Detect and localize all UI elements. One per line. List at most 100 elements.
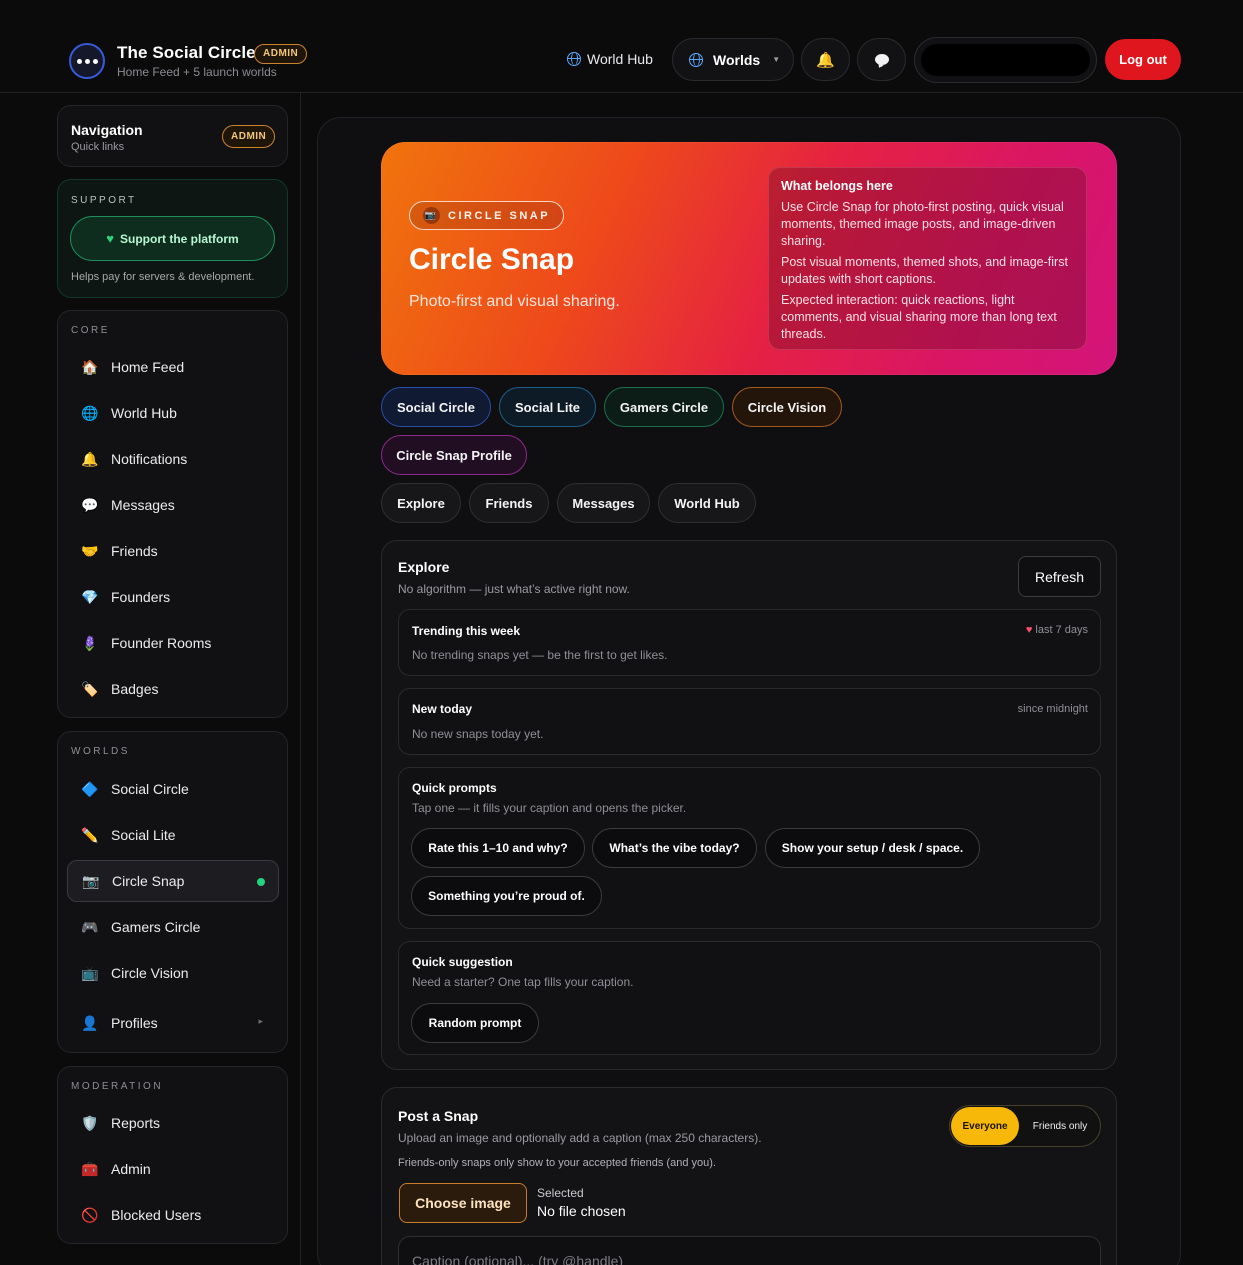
random-prompt-button[interactable]: Random prompt xyxy=(411,1003,539,1043)
world-pill-circle-vision[interactable]: Circle Vision xyxy=(732,387,842,427)
prompt-button[interactable]: Show your setup / desk / space. xyxy=(765,828,980,868)
world-tag: 📷 CIRCLE SNAP xyxy=(409,201,565,230)
tab-friends[interactable]: Friends xyxy=(469,483,549,523)
core-menu: CORE 🏠 Home Feed 🌐 World Hub 🔔 Notificat… xyxy=(57,310,288,718)
sidebar-item-circle-vision[interactable]: 📺 Circle Vision xyxy=(67,952,279,994)
dots-icon[interactable] xyxy=(69,43,105,79)
navigation-card: Navigation Quick links ADMIN xyxy=(57,105,288,167)
user-menu[interactable] xyxy=(914,37,1097,83)
navigation-title: Navigation xyxy=(71,122,143,138)
world-pill-social-lite[interactable]: Social Lite xyxy=(499,387,596,427)
sidebar-item-social-circle[interactable]: 🔷 Social Circle xyxy=(67,768,279,810)
tab-explore[interactable]: Explore xyxy=(381,483,461,523)
sidebar-item-label: Circle Snap xyxy=(112,873,185,889)
box-line: Use Circle Snap for photo-first posting,… xyxy=(781,200,1064,248)
moderation-label: MODERATION xyxy=(71,1081,164,1092)
new-today-empty: No new snaps today yet. xyxy=(412,727,544,741)
brand-title[interactable]: The Social Circle xyxy=(117,43,256,63)
speech-bubble-icon: 💬 xyxy=(81,496,99,513)
sidebar-item-blocked-users[interactable]: 🚫 Blocked Users xyxy=(67,1194,279,1236)
notifications-button[interactable]: 🔔 xyxy=(801,38,850,81)
sidebar-item-social-lite[interactable]: ✏️ Social Lite xyxy=(67,814,279,856)
world-pill-social-circle[interactable]: Social Circle xyxy=(381,387,491,427)
bell-icon: 🔔 xyxy=(816,51,835,69)
quick-suggestion-card: Quick suggestion Need a starter? One tap… xyxy=(398,941,1101,1055)
person-icon: 👤 xyxy=(81,1014,99,1031)
world-hub-link[interactable]: World Hub xyxy=(567,51,653,67)
explore-subtitle: No algorithm — just what’s active right … xyxy=(398,582,630,596)
sidebar-item-gamers-circle[interactable]: 🎮 Gamers Circle xyxy=(67,906,279,948)
navigation-subtitle: Quick links xyxy=(71,141,125,153)
sidebar-item-label: Admin xyxy=(111,1161,151,1177)
prompt-button[interactable]: What’s the vibe today? xyxy=(592,828,757,868)
sidebar-item-circle-snap[interactable]: 📷 Circle Snap xyxy=(67,860,279,902)
prompt-button[interactable]: Something you’re proud of. xyxy=(411,876,602,916)
caption-input[interactable] xyxy=(398,1236,1101,1265)
box-title: What belongs here xyxy=(781,179,893,193)
admin-badge: ADMIN xyxy=(254,44,308,64)
chat-icon xyxy=(874,54,889,65)
world-tag-label: CIRCLE SNAP xyxy=(448,209,551,222)
sidebar-item-label: Messages xyxy=(111,497,175,513)
visibility-friends-only[interactable]: Friends only xyxy=(1022,1107,1098,1145)
sidebar-item-founders[interactable]: 💎 Founders xyxy=(67,576,279,618)
post-note: Friends-only snaps only show to your acc… xyxy=(398,1157,716,1169)
messages-button[interactable] xyxy=(857,38,906,81)
support-platform-button[interactable]: ♥ Support the platform xyxy=(70,216,275,261)
shield-icon: 🛡️ xyxy=(81,1114,99,1131)
sidebar-item-messages[interactable]: 💬 Messages xyxy=(67,484,279,526)
quick-suggestion-title: Quick suggestion xyxy=(412,955,513,969)
trending-empty: No trending snaps yet — be the first to … xyxy=(412,648,668,662)
sidebar-item-founder-rooms[interactable]: 🪻 Founder Rooms xyxy=(67,622,279,664)
worlds-dropdown-button[interactable]: Worlds ▼ xyxy=(672,38,794,81)
camera-icon: 📷 xyxy=(82,872,100,889)
sidebar-item-label: Gamers Circle xyxy=(111,919,201,935)
tab-world-hub[interactable]: World Hub xyxy=(658,483,756,523)
quick-prompts-title: Quick prompts xyxy=(412,781,497,795)
sidebar-item-label: Badges xyxy=(111,681,159,697)
post-snap-section: Post a Snap Upload an image and optional… xyxy=(381,1087,1117,1265)
post-subtitle: Upload an image and optionally add a cap… xyxy=(398,1131,762,1145)
new-today-meta: since midnight xyxy=(1017,703,1088,715)
world-subtitle: Photo-first and visual sharing. xyxy=(409,293,620,310)
sidebar-item-friends[interactable]: 🤝 Friends xyxy=(67,530,279,572)
choose-image-button[interactable]: Choose image xyxy=(399,1183,527,1223)
prompt-button[interactable]: Rate this 1–10 and why? xyxy=(411,828,585,868)
blue-diamond-icon: 🔷 xyxy=(81,780,99,797)
sidebar-item-label: Circle Vision xyxy=(111,965,189,981)
sidebar-item-world-hub[interactable]: 🌐 World Hub xyxy=(67,392,279,434)
sidebar-item-profiles[interactable]: 👤 Profiles ▸ xyxy=(67,1002,279,1044)
refresh-button[interactable]: Refresh xyxy=(1018,556,1101,597)
sidebar-item-label: Blocked Users xyxy=(111,1207,202,1223)
gem-icon: 💎 xyxy=(81,588,99,605)
world-hero-banner: 📷 CIRCLE SNAP Circle Snap Photo-first an… xyxy=(381,142,1117,375)
sidebar-divider xyxy=(300,93,301,1265)
sidebar-item-label: Profiles xyxy=(111,1015,158,1031)
trending-range: last 7 days xyxy=(1035,624,1088,636)
sidebar-item-label: Social Circle xyxy=(111,781,189,797)
globe-icon xyxy=(567,52,581,66)
tab-messages[interactable]: Messages xyxy=(557,483,650,523)
brand-subtitle: Home Feed + 5 launch worlds xyxy=(117,65,277,79)
logout-button[interactable]: Log out xyxy=(1105,39,1181,80)
handshake-icon: 🤝 xyxy=(81,542,99,559)
tag-icon: 🏷️ xyxy=(81,680,99,697)
flower-icon: 🪻 xyxy=(81,634,99,651)
visibility-everyone[interactable]: Everyone xyxy=(951,1107,1019,1145)
support-label: SUPPORT xyxy=(71,195,137,206)
sidebar-item-admin[interactable]: 🧰 Admin xyxy=(67,1148,279,1190)
active-indicator xyxy=(257,878,265,886)
world-pill-gamers-circle[interactable]: Gamers Circle xyxy=(604,387,724,427)
sidebar-item-reports[interactable]: 🛡️ Reports xyxy=(67,1102,279,1144)
core-label: CORE xyxy=(71,325,110,336)
what-belongs-here-box: What belongs here Use Circle Snap for ph… xyxy=(768,167,1087,350)
post-title: Post a Snap xyxy=(398,1108,479,1124)
sidebar-item-label: World Hub xyxy=(111,405,177,421)
circle-snap-profile-pill[interactable]: Circle Snap Profile xyxy=(381,435,527,475)
explore-section: Explore No algorithm — just what’s activ… xyxy=(381,540,1117,1070)
sidebar-item-notifications[interactable]: 🔔 Notifications xyxy=(67,438,279,480)
sidebar-item-badges[interactable]: 🏷️ Badges xyxy=(67,668,279,710)
heart-icon: ♥ xyxy=(106,231,115,246)
sidebar-item-label: Founder Rooms xyxy=(111,635,212,651)
sidebar-item-home-feed[interactable]: 🏠 Home Feed xyxy=(67,346,279,388)
